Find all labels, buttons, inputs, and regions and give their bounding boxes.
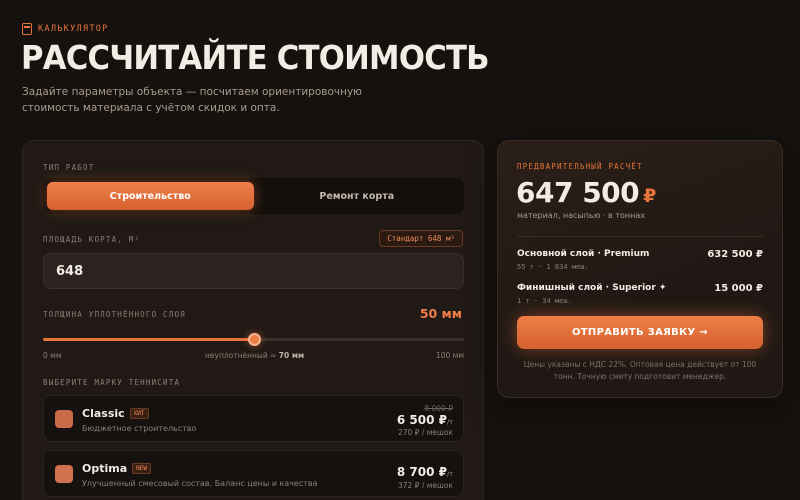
brand-tag: ХИТ — [129, 408, 149, 419]
currency-symbol: ₽ — [643, 185, 656, 207]
brand-option-classic[interactable]: Classic ХИТ Бюджетное строительство 8 00… — [43, 395, 464, 442]
eyebrow: КАЛЬКУЛЯТОР — [22, 23, 109, 35]
row-value: 15 000 ₽ — [714, 283, 763, 294]
brand-name-row: Optima NEW — [82, 462, 151, 475]
brand-price: 8 700 ₽/т — [396, 465, 453, 479]
submit-request-button[interactable]: ОТПРАВИТЬ ЗАЯВКУ → — [517, 316, 763, 349]
row-sub: 1 т · 34 меш. — [517, 297, 572, 305]
slider-fill — [43, 338, 254, 341]
eyebrow-label: КАЛЬКУЛЯТОР — [38, 24, 109, 34]
summary-row-finish-layer: Финишный слой · Superior ✦ 1 т · 34 меш.… — [517, 283, 763, 305]
row-sub: 55 т · 1 834 меш. — [517, 263, 589, 271]
work-type-construction[interactable]: Строительство — [47, 182, 254, 210]
brand-price: 6 500 ₽/т — [396, 413, 453, 427]
area-input[interactable]: 648 — [43, 253, 464, 289]
summary-eyebrow: ПРЕДВАРИТЕЛЬНЫЙ РАСЧЁТ — [517, 162, 643, 171]
area-label: ПЛОЩАДЬ КОРТА, М² — [43, 235, 141, 244]
estimate-summary-card: ПРЕДВАРИТЕЛЬНЫЙ РАСЧЁТ 647 500 ₽ материал… — [497, 140, 783, 398]
footnote: Цены указаны с НДС 22%. Оптовая цена дей… — [523, 360, 757, 381]
thickness-value: 50 мм — [419, 306, 462, 321]
page-title: РАССЧИТАЙТЕ СТОИМОСТЬ — [21, 38, 490, 77]
brand-old-price: 8 000 ₽ — [424, 404, 453, 413]
thickness-label: ТОЛЩИНА УПЛОТНЁННОГО СЛОЯ — [43, 310, 186, 319]
total-note: материал, насыпью · в тоннах — [517, 211, 645, 220]
slider-max-label: 100 мм — [435, 351, 464, 360]
brand-bag-price: 372 ₽ / мешок — [397, 481, 453, 490]
brand-name-row: Classic ХИТ — [82, 407, 149, 420]
page-subtitle: Задайте параметры объекта — посчитаем ор… — [22, 86, 362, 114]
brand-bag-price: 270 ₽ / мешок — [397, 428, 453, 437]
brand-desc: Бюджетное строительство — [82, 424, 197, 433]
brand-desc: Улучшенный смесовый состав. Баланс цены … — [82, 479, 318, 488]
brand-label: ВЫБЕРИТЕ МАРКУ ТЕННИСИТА — [43, 378, 181, 387]
thickness-slider[interactable] — [43, 333, 464, 346]
slider-mid-label: неуплотнённый ≈ 70 мм — [205, 351, 305, 360]
slider-handle[interactable] — [247, 333, 261, 346]
total-amount: 647 500 — [516, 176, 640, 209]
brand-option-optima[interactable]: Optima NEW Улучшенный смесовый состав. Б… — [43, 450, 464, 497]
total-price: 647 500 ₽ — [516, 176, 656, 209]
slider-min-label: 0 мм — [43, 351, 62, 360]
work-type-repair[interactable]: Ремонт корта — [254, 182, 461, 210]
row-value: 632 500 ₽ — [707, 249, 763, 260]
summary-row-base-layer: Основной слой · Premium 55 т · 1 834 меш… — [517, 249, 763, 271]
brand-name: Optima — [82, 462, 128, 475]
brand-swatch — [55, 465, 73, 483]
brand-tag: NEW — [132, 463, 151, 474]
work-type-label: ТИП РАБОТ — [43, 163, 95, 172]
work-type-toggle: Строительство Ремонт корта — [43, 178, 464, 214]
divider — [517, 236, 763, 237]
calculator-form-card: ТИП РАБОТ Строительство Ремонт корта ПЛО… — [22, 140, 484, 500]
standard-area-badge[interactable]: Стандарт 648 м² — [379, 230, 463, 247]
brand-name: Classic — [82, 407, 125, 420]
calculator-icon — [22, 23, 32, 35]
brand-swatch — [55, 410, 73, 428]
